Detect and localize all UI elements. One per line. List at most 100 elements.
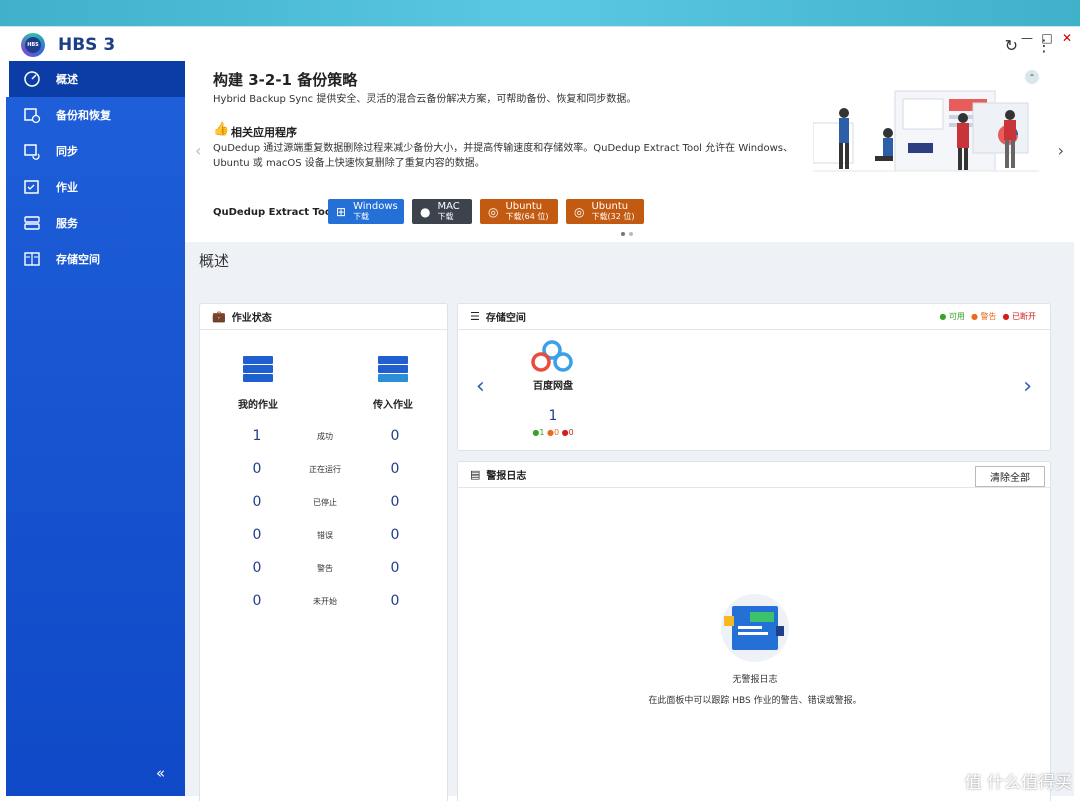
storage-prev-icon[interactable]: ‹ bbox=[476, 374, 485, 399]
empty-title: 无警报日志 bbox=[732, 675, 778, 685]
alert-log-card: ▤ 警报日志 清除全部 无警报日志 在此面板中可以跟踪 HBS 作业的警告、错误或… bbox=[457, 461, 1051, 801]
maximize-button[interactable]: □ bbox=[1040, 31, 1054, 45]
minimize-button[interactable]: — bbox=[1020, 31, 1034, 45]
storage-icon bbox=[22, 250, 42, 268]
clear-all-button[interactable]: 清除全部 bbox=[975, 466, 1045, 487]
sidebar-item-overview[interactable]: 概述 bbox=[6, 61, 185, 97]
sidebar: 概述 备份和恢复 同步 作业 服务 存储空间 « bbox=[6, 61, 185, 796]
carousel-dot[interactable] bbox=[629, 232, 633, 236]
empty-log-icon bbox=[721, 594, 789, 662]
services-icon bbox=[22, 214, 42, 232]
card-title: 作业状态 bbox=[231, 313, 272, 324]
sidebar-item-label: 备份和恢复 bbox=[56, 109, 111, 122]
empty-description: 在此面板中可以跟踪 HBS 作业的警告、错误或警报。 bbox=[648, 696, 862, 706]
down-count: ●0 bbox=[561, 428, 574, 437]
storage-next-icon[interactable]: › bbox=[1023, 374, 1032, 399]
close-button[interactable]: ✕ bbox=[1060, 31, 1074, 45]
sidebar-item-label: 同步 bbox=[56, 145, 78, 158]
promo-banner: ‹ 构建 3-2-1 备份策略 Hybrid Backup Sync 提供安全、… bbox=[185, 61, 1074, 242]
download-ubuntu32-button[interactable]: ◎ Ubuntu 下载(32 位) bbox=[566, 199, 644, 224]
thumbs-up-icon: 👍 bbox=[213, 122, 230, 137]
sidebar-item-storage[interactable]: 存储空间 bbox=[6, 241, 185, 277]
refresh-icon[interactable]: ↻ bbox=[1005, 36, 1018, 55]
job-status-row[interactable]: 0 警告 0 bbox=[200, 560, 449, 580]
button-sub: 下载(64 位) bbox=[505, 211, 549, 221]
legend-warning: ● 警告 bbox=[970, 312, 997, 321]
baidu-cloud-icon[interactable] bbox=[530, 340, 574, 374]
logo-text: HBS bbox=[25, 37, 41, 53]
ubuntu-icon: ◎ bbox=[488, 204, 499, 219]
sidebar-item-label: 服务 bbox=[56, 217, 78, 230]
my-count: 0 bbox=[252, 461, 262, 477]
dashboard-icon bbox=[22, 70, 42, 88]
backup-restore-icon bbox=[22, 106, 42, 124]
job-status-row[interactable]: 0 正在运行 0 bbox=[200, 461, 449, 481]
status-label: 警告 bbox=[317, 564, 333, 573]
collapse-banner-icon[interactable]: ⌃ bbox=[1025, 70, 1039, 84]
sidebar-item-label: 存储空间 bbox=[56, 253, 100, 266]
incoming-count: 0 bbox=[390, 428, 400, 444]
apple-icon: ● bbox=[420, 204, 431, 219]
button-sub: 下载(32 位) bbox=[591, 211, 635, 221]
main-content: ‹ 构建 3-2-1 备份策略 Hybrid Backup Sync 提供安全、… bbox=[185, 61, 1074, 801]
sidebar-item-sync[interactable]: 同步 bbox=[6, 133, 185, 169]
incoming-count: 0 bbox=[390, 461, 400, 477]
app-window: — □ ✕ HBS HBS 3 ↻ ⋮ 概述 备份和恢复 同步 作业 服务 存储… bbox=[0, 26, 1080, 801]
window-controls: — □ ✕ bbox=[1020, 31, 1074, 45]
button-label: Ubuntu bbox=[505, 200, 543, 212]
button-label: Ubuntu bbox=[591, 200, 629, 212]
my-count: 0 bbox=[252, 494, 262, 510]
status-label: 未开始 bbox=[313, 597, 337, 606]
cloud-status-counts: ●1 ●0 ●0 bbox=[513, 428, 593, 437]
download-ubuntu64-button[interactable]: ◎ Ubuntu 下载(64 位) bbox=[480, 199, 558, 224]
database-icon: ☰ bbox=[470, 310, 480, 323]
my-jobs-column: 我的作业 bbox=[228, 356, 288, 411]
related-apps-heading: 相关应用程序 bbox=[231, 126, 297, 139]
legend-disconnected: ● 已断开 bbox=[1002, 312, 1036, 321]
legend-available: ● 可用 bbox=[939, 312, 965, 321]
job-status-row[interactable]: 0 错误 0 bbox=[200, 527, 449, 547]
warn-count: ●0 bbox=[546, 428, 560, 437]
section-title: 概述 bbox=[199, 252, 230, 270]
windows-icon: ⊞ bbox=[336, 204, 347, 219]
ubuntu-icon: ◎ bbox=[574, 204, 585, 219]
button-label: MAC bbox=[437, 200, 460, 212]
my-count: 0 bbox=[252, 560, 262, 576]
incoming-jobs-label: 传入作业 bbox=[373, 400, 413, 411]
banner-illustration bbox=[813, 90, 1039, 172]
extract-tool-label: QuDedup Extract Tool: bbox=[213, 207, 340, 218]
my-count: 0 bbox=[252, 527, 262, 543]
app-title: HBS 3 bbox=[58, 35, 116, 55]
collapse-sidebar-icon[interactable]: « bbox=[156, 764, 165, 782]
download-windows-button[interactable]: ⊞ Windows 下载 bbox=[328, 199, 404, 224]
sidebar-item-jobs[interactable]: 作业 bbox=[6, 169, 185, 205]
job-status-card: 💼 作业状态 我的作业 传入作业 1 成功 0 0 正在运行 0 0 已停止 0 0 错误 0 0… bbox=[199, 303, 448, 801]
watermark: 值 什么值得买 bbox=[964, 773, 1072, 793]
card-header: ▤ 警报日志 bbox=[458, 462, 1050, 488]
banner-next-icon[interactable]: › bbox=[1058, 141, 1064, 160]
carousel-dots bbox=[621, 232, 633, 236]
job-status-row[interactable]: 0 未开始 0 bbox=[200, 593, 449, 613]
server-icon bbox=[243, 356, 273, 384]
carousel-dot[interactable] bbox=[621, 232, 625, 236]
banner-title: 构建 3-2-1 备份策略 bbox=[213, 71, 358, 89]
download-mac-button[interactable]: ● MAC 下载 bbox=[412, 199, 472, 224]
incoming-jobs-column: 传入作业 bbox=[363, 356, 423, 411]
button-sub: 下载 bbox=[353, 211, 370, 221]
server-transfer-icon bbox=[378, 356, 408, 384]
cloud-count: 1 bbox=[548, 408, 558, 424]
banner-description: QuDedup 通过源端重复数据删除过程来减少备份大小，并提高传输速度和存储效率… bbox=[213, 143, 793, 169]
status-label: 已停止 bbox=[313, 498, 337, 507]
cloud-name: 百度网盘 bbox=[533, 381, 573, 392]
incoming-count: 0 bbox=[390, 560, 400, 576]
sidebar-item-services[interactable]: 服务 bbox=[6, 205, 185, 241]
card-title: 存储空间 bbox=[485, 313, 526, 324]
my-jobs-label: 我的作业 bbox=[238, 400, 278, 411]
banner-prev-icon[interactable]: ‹ bbox=[195, 141, 201, 160]
button-label: Windows bbox=[353, 200, 398, 212]
job-status-row[interactable]: 1 成功 0 bbox=[200, 428, 449, 448]
hbs-logo-icon: HBS bbox=[21, 33, 45, 57]
job-status-row[interactable]: 0 已停止 0 bbox=[200, 494, 449, 514]
sidebar-item-backup-restore[interactable]: 备份和恢复 bbox=[6, 97, 185, 133]
briefcase-icon: 💼 bbox=[212, 310, 226, 323]
